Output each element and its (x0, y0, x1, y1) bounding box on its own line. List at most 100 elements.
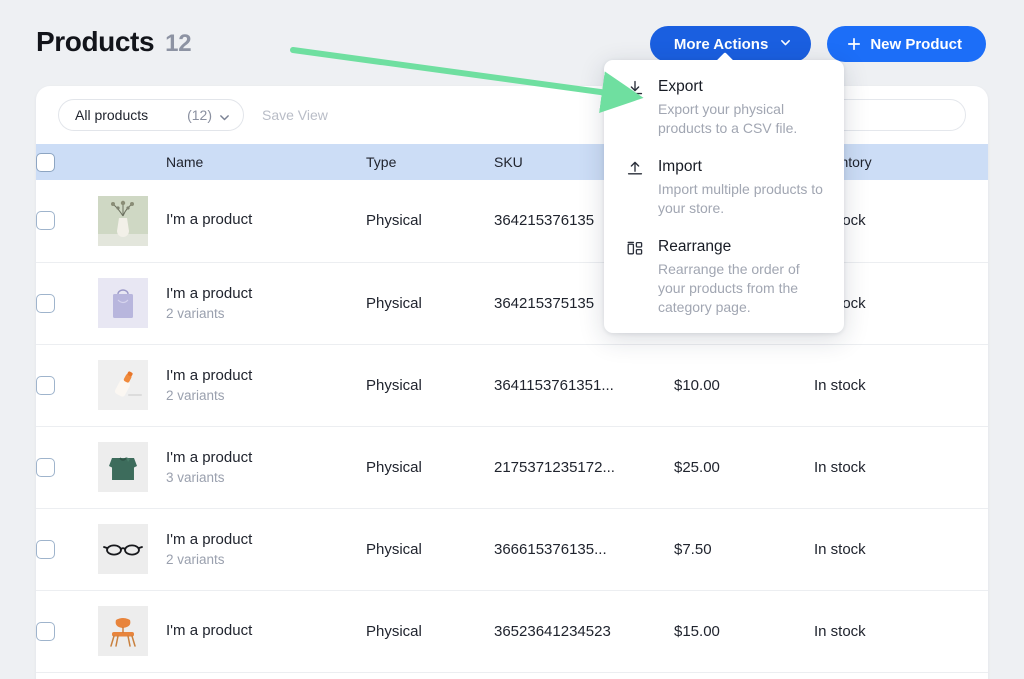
product-variants: 3 variants (166, 470, 366, 485)
dropdown-item-text: Rearrange Rearrange the order of your pr… (658, 238, 824, 317)
row-thumbnail-cell (98, 508, 166, 590)
row-checkbox[interactable] (36, 294, 55, 313)
dropdown-item-title: Export (658, 78, 703, 95)
new-product-label: New Product (870, 36, 962, 53)
column-header-name[interactable]: Name (166, 144, 366, 180)
row-price-cell: $10.00 (674, 344, 814, 426)
more-actions-label: More Actions (674, 36, 768, 53)
table-row[interactable]: I'm a product 2 variants Physical 364215… (36, 262, 988, 344)
dropdown-items: Export Export your physical products to … (604, 78, 844, 317)
row-sku-cell: 3641153761351... (494, 344, 674, 426)
table-body: I'm a product Physical 364215376135 $20.… (36, 180, 988, 672)
product-variants: 2 variants (166, 552, 366, 567)
dropdown-item-desc: Import multiple products to your store. (658, 180, 824, 218)
dropdown-item-desc: Rearrange the order of your products fro… (658, 260, 824, 317)
row-name-cell: I'm a product (166, 590, 366, 672)
row-price-cell: $15.00 (674, 590, 814, 672)
plus-icon (847, 37, 861, 51)
row-price-cell: $7.50 (674, 508, 814, 590)
header-actions: More Actions New Product (650, 26, 986, 62)
row-price-cell: $25.00 (674, 426, 814, 508)
select-all-header (36, 144, 98, 180)
column-header-type[interactable]: Type (366, 144, 494, 180)
row-thumbnail-cell (98, 344, 166, 426)
row-thumbnail-cell (98, 262, 166, 344)
row-thumbnail-cell (98, 426, 166, 508)
row-type-cell: Physical (366, 262, 494, 344)
row-checkbox[interactable] (36, 622, 55, 641)
table-row[interactable]: I'm a product Physical 36523641234523 $1… (36, 590, 988, 672)
table-row[interactable]: I'm a product 2 variants Physical 366615… (36, 508, 988, 590)
download-icon (626, 78, 644, 138)
row-sku-cell: 366615376135... (494, 508, 674, 590)
row-thumbnail-cell (98, 590, 166, 672)
page-title-text: Products (36, 26, 154, 58)
product-name: I'm a product (166, 449, 366, 468)
dropdown-item-rearrange[interactable]: Rearrange Rearrange the order of your pr… (604, 238, 844, 317)
chevron-down-icon (780, 37, 791, 48)
product-name: I'm a product (166, 285, 366, 304)
shopping-bag-thumbnail (98, 278, 166, 328)
thumbnail-header (98, 144, 166, 180)
dropdown-item-text: Export Export your physical products to … (658, 78, 824, 138)
row-name-cell: I'm a product 2 variants (166, 344, 366, 426)
filter-label: All products (75, 107, 148, 123)
dropdown-item-import[interactable]: Import Import multiple products to your … (604, 158, 844, 218)
table-row[interactable]: I'm a product Physical 364215376135 $20.… (36, 180, 988, 262)
product-variants: 2 variants (166, 306, 366, 321)
upload-icon (626, 158, 644, 218)
row-type-cell: Physical (366, 590, 494, 672)
row-type-cell: Physical (366, 344, 494, 426)
page-header: Products 12 More Actions New Product (0, 0, 1024, 88)
chair-thumbnail (98, 606, 166, 656)
row-select-cell (36, 426, 98, 508)
dropdown-item-export[interactable]: Export Export your physical products to … (604, 78, 844, 138)
row-inventory-cell: In stock (814, 590, 988, 672)
new-product-button[interactable]: New Product (827, 26, 986, 62)
eyeglasses-thumbnail (98, 524, 166, 574)
products-page: Products 12 More Actions New Product Al (0, 0, 1024, 679)
dropdown-caret (716, 52, 734, 61)
product-name: I'm a product (166, 622, 366, 641)
row-checkbox[interactable] (36, 376, 55, 395)
more-actions-dropdown: Export Export your physical products to … (604, 60, 844, 333)
product-name: I'm a product (166, 211, 366, 230)
sweater-thumbnail (98, 442, 166, 492)
dropdown-item-title: Import (658, 158, 702, 175)
row-inventory-cell: In stock (814, 426, 988, 508)
chevron-down-icon (219, 110, 230, 121)
table-row[interactable]: I'm a product 2 variants Physical 364115… (36, 344, 988, 426)
filter-count: (12) (187, 107, 212, 123)
vase-flowers-thumbnail (98, 196, 166, 246)
all-products-filter[interactable]: All products (12) (58, 99, 244, 131)
row-select-cell (36, 180, 98, 262)
filter-right: (12) (187, 107, 230, 123)
row-inventory-cell: In stock (814, 344, 988, 426)
dropdown-item-title: Rearrange (658, 238, 731, 255)
product-variants: 2 variants (166, 388, 366, 403)
table-row[interactable]: I'm a product 3 variants Physical 217537… (36, 426, 988, 508)
row-checkbox[interactable] (36, 458, 55, 477)
row-checkbox[interactable] (36, 540, 55, 559)
row-name-cell: I'm a product (166, 180, 366, 262)
save-view-button[interactable]: Save View (262, 107, 328, 123)
row-thumbnail-cell (98, 180, 166, 262)
table-head: Name Type SKU Price Inventory (36, 144, 988, 180)
row-type-cell: Physical (366, 426, 494, 508)
bottle-thumbnail (98, 360, 166, 410)
row-sku-cell: 2175371235172... (494, 426, 674, 508)
row-select-cell (36, 262, 98, 344)
row-inventory-cell: In stock (814, 508, 988, 590)
row-type-cell: Physical (366, 508, 494, 590)
product-count: 12 (165, 30, 191, 58)
row-name-cell: I'm a product 3 variants (166, 426, 366, 508)
table-header-row: Name Type SKU Price Inventory (36, 144, 988, 180)
row-select-cell (36, 344, 98, 426)
product-name: I'm a product (166, 367, 366, 386)
table-toolbar: All products (12) Save View (36, 86, 988, 144)
row-checkbox[interactable] (36, 211, 55, 230)
select-all-checkbox[interactable] (36, 153, 55, 172)
product-name: I'm a product (166, 531, 366, 550)
row-name-cell: I'm a product 2 variants (166, 508, 366, 590)
dropdown-item-desc: Export your physical products to a CSV f… (658, 100, 824, 138)
